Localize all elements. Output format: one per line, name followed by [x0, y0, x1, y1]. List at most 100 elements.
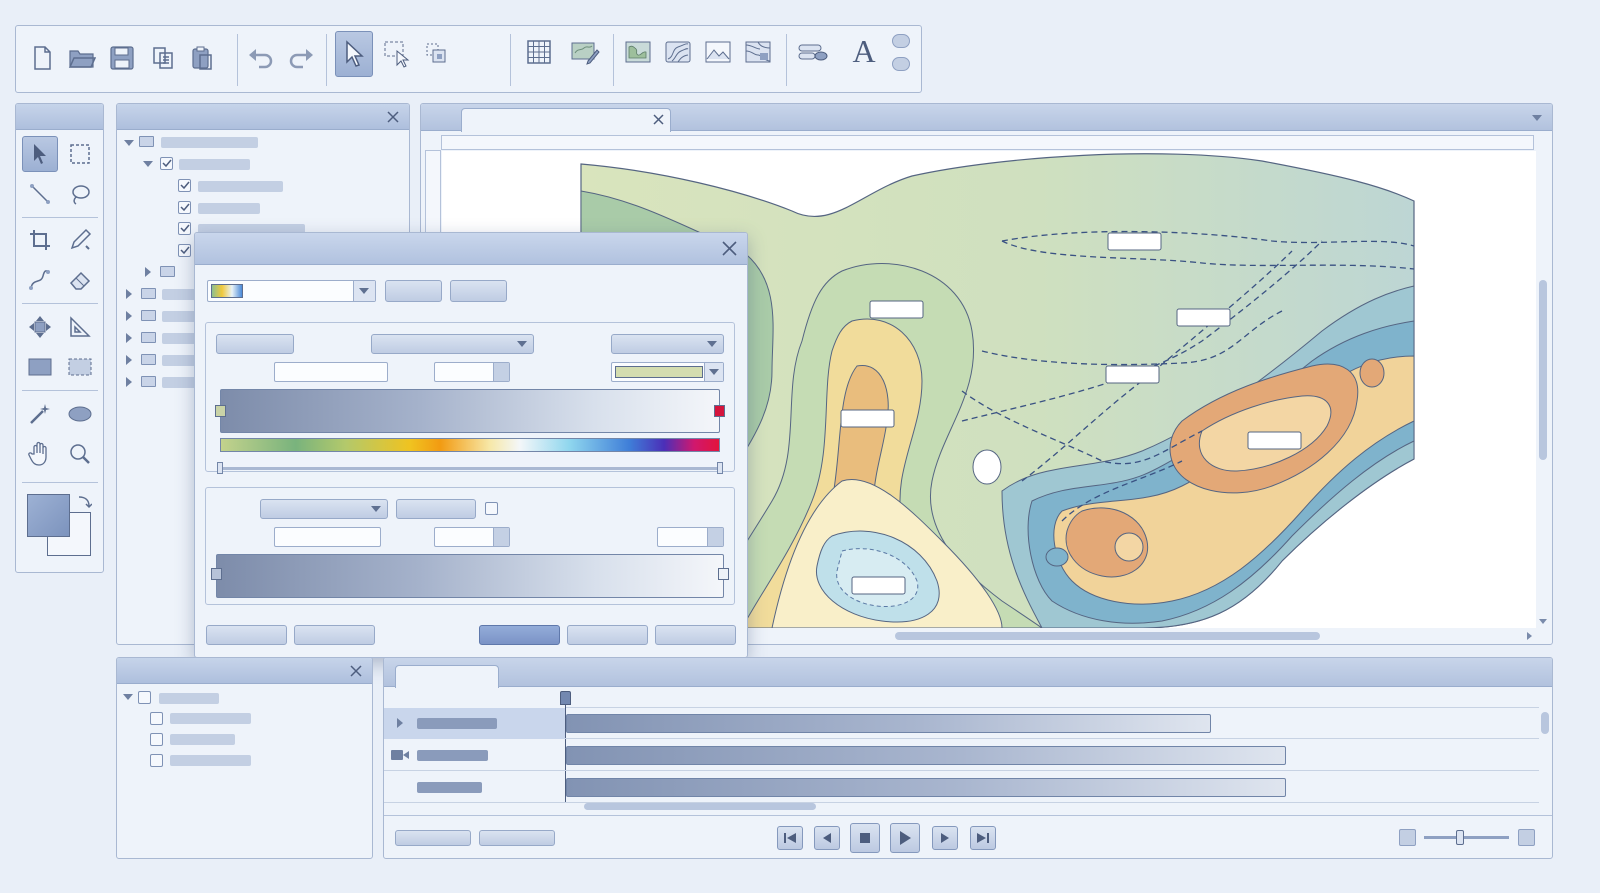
scroll-thumb[interactable] — [895, 632, 1320, 640]
dialog-close-button[interactable] — [722, 241, 737, 259]
timeline-track-row[interactable] — [384, 740, 1539, 771]
copy-button[interactable] — [145, 40, 181, 76]
zoom-in-button[interactable] — [1518, 829, 1535, 846]
zoom-out-button[interactable] — [1399, 829, 1416, 846]
select-tool-button[interactable] — [22, 136, 58, 172]
document-tab[interactable] — [461, 108, 671, 132]
symbology-button[interactable] — [795, 34, 831, 70]
curve-tool-button[interactable] — [22, 262, 58, 298]
opacity-value-field[interactable] — [274, 527, 381, 547]
range-slider-min-handle[interactable] — [217, 462, 223, 474]
transform-select-button[interactable] — [419, 36, 455, 72]
playhead-handle[interactable] — [560, 691, 571, 705]
layers-map-button[interactable] — [740, 34, 776, 70]
gradient-end-stop[interactable] — [714, 405, 725, 417]
zoom-slider-track[interactable] — [1424, 836, 1509, 839]
opacity-checkbox[interactable] — [485, 502, 498, 515]
hand-tool-button[interactable] — [22, 436, 58, 472]
dialog-ok-button[interactable] — [479, 625, 560, 645]
collapse-arrow-icon[interactable] — [126, 289, 132, 299]
paste-button[interactable] — [184, 40, 220, 76]
edit-map-button[interactable] — [567, 34, 603, 70]
step-forward-button[interactable] — [932, 826, 958, 850]
range-slider-track[interactable] — [220, 467, 722, 470]
dialog-apply-button[interactable] — [655, 625, 736, 645]
track-clip[interactable] — [566, 778, 1286, 797]
ramp-step-spinner[interactable] — [434, 362, 510, 382]
range-slider-max-handle[interactable] — [717, 462, 723, 474]
zoom-slider-handle[interactable] — [1456, 830, 1464, 845]
scroll-thumb[interactable] — [1539, 280, 1547, 460]
layer-visibility-checkbox[interactable] — [178, 222, 191, 235]
mode-dropdown[interactable] — [611, 334, 724, 354]
map-label-box[interactable] — [1176, 308, 1231, 327]
expand-arrow-icon[interactable] — [123, 694, 133, 700]
ramp-action-button[interactable] — [450, 280, 507, 302]
map-label-box[interactable] — [1105, 365, 1160, 384]
layer-visibility-checkbox[interactable] — [160, 157, 173, 170]
pill-toggle-bottom[interactable] — [892, 57, 910, 71]
skip-end-button[interactable] — [970, 826, 996, 850]
spinner-arrows[interactable] — [707, 528, 723, 546]
scroll-down-arrow-icon[interactable] — [1539, 619, 1547, 624]
contour-map-button[interactable] — [660, 34, 696, 70]
play-track-icon[interactable] — [397, 718, 403, 728]
grid-button[interactable] — [521, 34, 557, 70]
swap-colors-icon[interactable] — [76, 494, 92, 510]
timeline-footer-button[interactable] — [479, 830, 555, 846]
scroll-thumb[interactable] — [584, 803, 816, 810]
opacity-end-stop[interactable] — [718, 568, 729, 580]
track-checkbox[interactable] — [150, 754, 163, 767]
gradient-start-stop[interactable] — [215, 405, 226, 417]
track-checkbox[interactable] — [150, 733, 163, 746]
opacity-end-spinner[interactable] — [657, 527, 724, 547]
map-label-box[interactable] — [851, 576, 906, 595]
timeline-track-row[interactable] — [384, 708, 1539, 739]
track-checkbox[interactable] — [150, 712, 163, 725]
map-label-box[interactable] — [869, 300, 924, 319]
map-vertical-scrollbar[interactable] — [1537, 150, 1549, 626]
opacity-option-button[interactable] — [396, 499, 476, 519]
timeline-track-row[interactable] — [384, 772, 1539, 803]
dashed-rect-tool-button[interactable] — [62, 349, 98, 385]
crop-tool-button[interactable] — [22, 222, 58, 258]
foreground-color-swatch[interactable] — [27, 494, 70, 537]
collapse-arrow-icon[interactable] — [126, 377, 132, 387]
line-tool-button[interactable] — [22, 176, 58, 212]
layer-visibility-checkbox[interactable] — [178, 201, 191, 214]
tab-close-button[interactable] — [653, 114, 664, 128]
dialog-secondary-button[interactable] — [206, 625, 287, 645]
layers-panel-close-button[interactable] — [383, 107, 403, 127]
timeline-horizontal-scrollbar[interactable] — [565, 801, 1539, 812]
scroll-right-arrow-icon[interactable] — [1527, 632, 1532, 640]
ellipse-tool-button[interactable] — [62, 396, 98, 432]
expand-arrow-icon[interactable] — [143, 161, 153, 167]
opacity-step-spinner[interactable] — [434, 527, 510, 547]
world-map-button[interactable] — [620, 34, 656, 70]
map-label-box[interactable] — [840, 409, 895, 428]
dialog-cancel-button[interactable] — [567, 625, 648, 645]
gradient-editor[interactable] — [220, 389, 720, 433]
play-button[interactable] — [890, 823, 920, 853]
collapse-arrow-icon[interactable] — [126, 333, 132, 343]
spinner-arrows[interactable] — [493, 363, 509, 381]
timeline-footer-button[interactable] — [395, 830, 471, 846]
pill-toggle-top[interactable] — [892, 34, 910, 48]
timeline-tab[interactable] — [395, 665, 499, 688]
marquee-select-button[interactable] — [379, 36, 415, 72]
move-tool-button[interactable] — [22, 309, 58, 345]
pencil-tool-button[interactable] — [62, 222, 98, 258]
spinner-arrows[interactable] — [493, 528, 509, 546]
step-back-button[interactable] — [814, 826, 840, 850]
animation-layers-close-button[interactable] — [346, 661, 366, 681]
zoom-tool-button[interactable] — [62, 436, 98, 472]
collapse-arrow-icon[interactable] — [126, 311, 132, 321]
rectangle-tool-button[interactable] — [22, 349, 58, 385]
ramp-min-field[interactable] — [274, 362, 388, 382]
measure-tool-button[interactable] — [62, 309, 98, 345]
dialog-secondary-button[interactable] — [294, 625, 375, 645]
rect-select-tool-button[interactable] — [62, 136, 98, 172]
track-checkbox[interactable] — [138, 691, 151, 704]
scroll-thumb[interactable] — [1541, 712, 1549, 734]
expand-arrow-icon[interactable] — [124, 140, 134, 146]
